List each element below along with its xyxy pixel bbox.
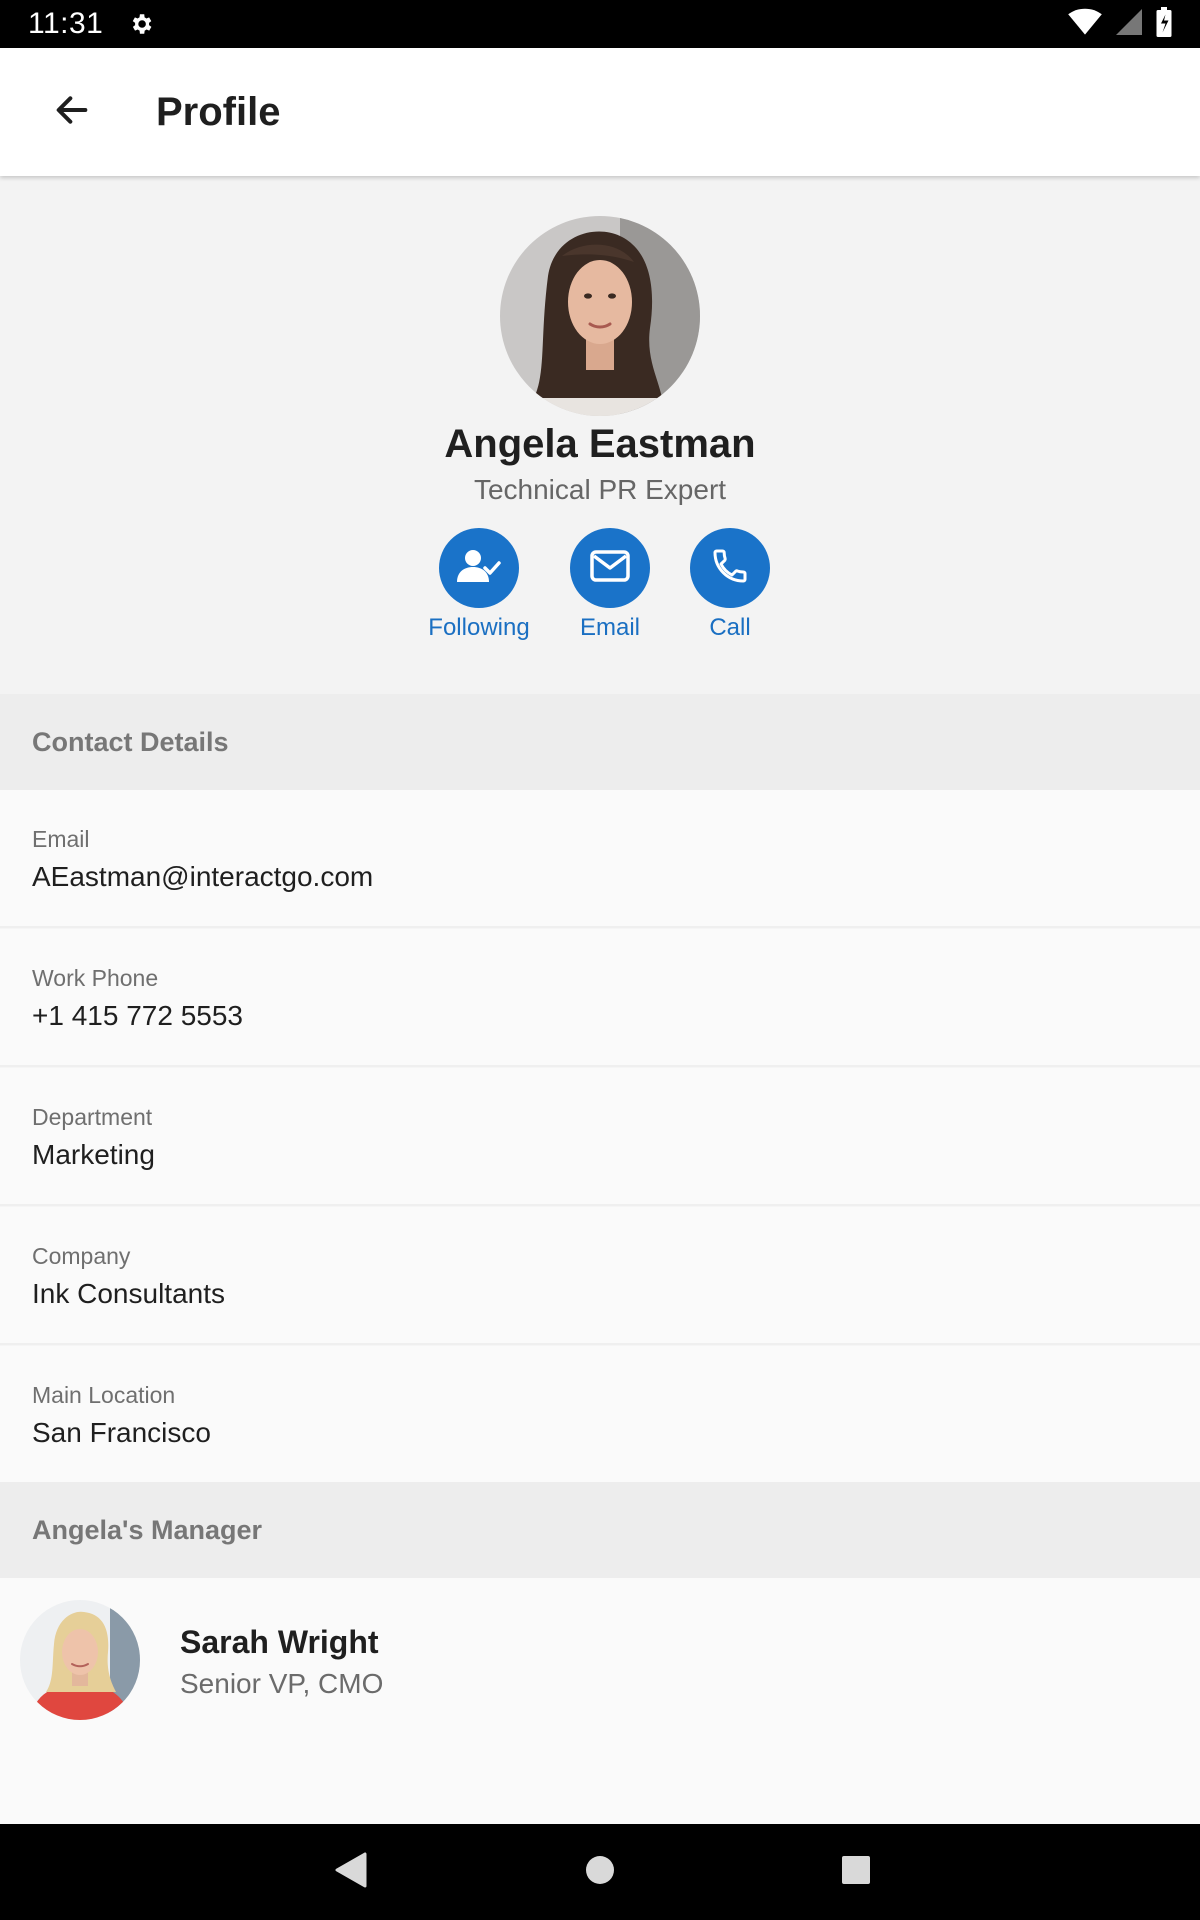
detail-value: AEastman@interactgo.com — [32, 861, 374, 892]
profile-job-title: Technical PR Expert — [473, 474, 727, 505]
detail-value: Marketing — [32, 1139, 155, 1170]
detail-value: +1 415 772 5553 — [32, 1000, 243, 1031]
detail-label: Department — [32, 1104, 153, 1130]
email-button-circle[interactable] — [570, 528, 650, 608]
arrow-left-icon — [52, 90, 92, 135]
status-bar: 11:31 — [0, 0, 1200, 48]
nav-recents-button[interactable] — [826, 1844, 886, 1900]
battery-icon — [1156, 6, 1172, 42]
settings-gear-icon — [127, 10, 155, 38]
email-action-button[interactable]: Email — [550, 528, 670, 642]
manager-title: Senior VP, CMO — [180, 1668, 384, 1699]
call-button[interactable]: Call — [670, 528, 790, 642]
nav-back-triangle-icon — [333, 1852, 367, 1893]
following-label: Following — [428, 614, 530, 641]
profile-name: Angela Eastman — [444, 422, 756, 466]
detail-row-work-phone[interactable]: Work Phone +1 415 772 5553 — [0, 929, 1200, 1067]
detail-label: Work Phone — [32, 965, 159, 991]
email-action-label: Email — [579, 614, 640, 641]
detail-label: Main Location — [32, 1382, 176, 1408]
following-button[interactable]: Following — [419, 528, 539, 642]
detail-label: Email — [32, 826, 90, 852]
contact-details-header: Contact Details — [0, 694, 1200, 790]
wifi-icon — [1068, 8, 1102, 41]
manager-avatar — [20, 1600, 140, 1720]
manager-name: Sarah Wright — [180, 1624, 379, 1660]
detail-label: Company — [32, 1243, 131, 1269]
nav-back-button[interactable] — [320, 1844, 380, 1900]
user-check-icon — [457, 548, 501, 589]
detail-row-main-location: Main Location San Francisco — [0, 1346, 1200, 1484]
back-button[interactable] — [40, 80, 104, 144]
profile-header: Angela Eastman Technical PR Expert Follo… — [0, 176, 1200, 694]
status-time: 11:31 — [28, 7, 104, 40]
manager-section-header: Angela's Manager — [0, 1482, 1200, 1578]
page-title: Profile — [156, 89, 281, 134]
system-nav-bar — [0, 1824, 1200, 1920]
detail-row-department: Department Marketing — [0, 1068, 1200, 1206]
detail-value: Ink Consultants — [32, 1278, 225, 1309]
app-bar: Profile — [0, 48, 1200, 176]
detail-value: San Francisco — [32, 1417, 211, 1448]
envelope-icon — [590, 549, 630, 587]
following-button-circle[interactable] — [439, 528, 519, 608]
phone-icon — [710, 546, 750, 591]
detail-row-company: Company Ink Consultants — [0, 1207, 1200, 1345]
manager-row[interactable]: Sarah Wright Senior VP, CMO — [0, 1578, 1200, 1824]
nav-recents-square-icon — [841, 1855, 871, 1890]
call-label: Call — [709, 614, 751, 641]
profile-avatar — [500, 216, 700, 416]
nav-home-button[interactable] — [570, 1844, 630, 1900]
call-button-circle[interactable] — [690, 528, 770, 608]
nav-home-circle-icon — [585, 1855, 615, 1890]
cell-signal-icon — [1116, 8, 1142, 40]
detail-row-email[interactable]: Email AEastman@interactgo.com — [0, 790, 1200, 928]
